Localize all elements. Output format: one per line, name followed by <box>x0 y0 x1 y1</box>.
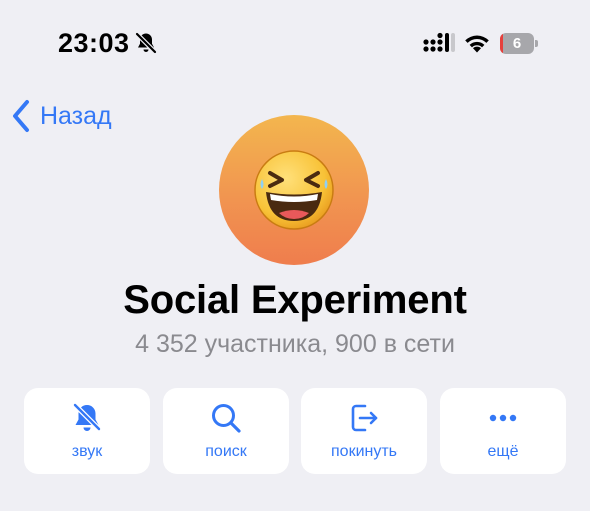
leave-button[interactable]: покинуть <box>301 388 427 474</box>
battery-body: 6 <box>500 33 534 54</box>
mute-label: звук <box>71 443 103 460</box>
battery-cap <box>535 40 538 47</box>
leave-icon <box>351 404 378 432</box>
mute-button[interactable]: звук <box>24 388 150 474</box>
chat-subtitle: 4 352 участника, 900 в сети <box>135 330 455 358</box>
bell-slash-icon <box>135 32 157 54</box>
status-time: 23:03 <box>58 28 130 58</box>
action-bar: звук поиск покинуть ещё <box>24 388 566 474</box>
chevron-left-icon <box>13 100 29 132</box>
search-icon <box>212 404 241 433</box>
wifi-icon <box>465 35 489 53</box>
more-dots-icon <box>489 414 517 422</box>
status-bar: 23:03 6 <box>0 0 590 90</box>
battery-icon: 6 <box>500 33 538 54</box>
search-label: поиск <box>205 443 247 460</box>
battery-percent: 6 <box>512 35 522 52</box>
back-button[interactable]: Назад <box>10 96 112 136</box>
group-avatar[interactable] <box>219 115 369 265</box>
leave-label: покинуть <box>331 443 397 460</box>
laughing-face-emoji-icon <box>254 150 334 230</box>
more-button[interactable]: ещё <box>440 388 566 474</box>
chat-title: Social Experiment <box>123 278 467 322</box>
bell-slash-icon <box>73 403 101 431</box>
search-button[interactable]: поиск <box>163 388 289 474</box>
back-label: Назад <box>40 101 112 130</box>
more-label: ещё <box>487 443 519 460</box>
signal-icon <box>423 32 455 52</box>
